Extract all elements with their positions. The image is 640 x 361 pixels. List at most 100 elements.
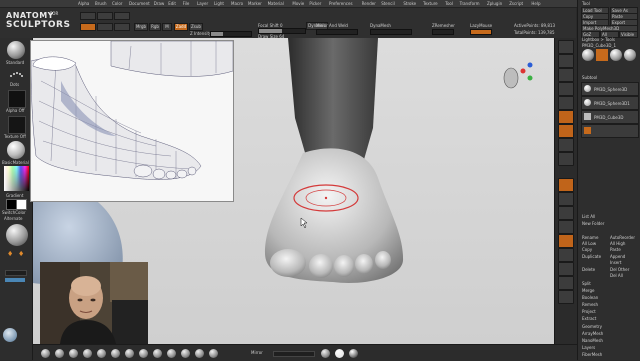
stroke-thumbnail[interactable] bbox=[8, 67, 24, 81]
brush-thumbnail[interactable] bbox=[7, 41, 25, 59]
dynamesh-toggle[interactable] bbox=[370, 29, 412, 35]
actual-button[interactable] bbox=[558, 96, 574, 110]
nanomesh-section[interactable]: NanoMesh bbox=[582, 338, 603, 343]
lazymouse-toggle[interactable] bbox=[470, 29, 492, 35]
xpose-button[interactable] bbox=[558, 290, 574, 304]
zremesher-button[interactable] bbox=[432, 29, 454, 35]
rotate-button[interactable] bbox=[558, 220, 574, 234]
lightbox-button[interactable] bbox=[97, 12, 113, 20]
persp-button[interactable] bbox=[558, 110, 574, 124]
layers-section[interactable]: Layers bbox=[582, 345, 595, 350]
reference-image[interactable] bbox=[30, 40, 234, 202]
edit-button[interactable] bbox=[114, 12, 130, 20]
pin-icon-2[interactable]: ♦ bbox=[18, 250, 24, 258]
mrgb-button[interactable]: Mrgb bbox=[134, 23, 148, 31]
project-section[interactable]: Project bbox=[582, 309, 596, 314]
texture-thumbnail[interactable] bbox=[8, 116, 26, 134]
draw-button[interactable] bbox=[80, 23, 96, 31]
menu-item[interactable]: Brush bbox=[95, 0, 107, 7]
projection-master-button[interactable] bbox=[80, 12, 96, 20]
z-intensity-slider[interactable] bbox=[210, 31, 252, 37]
brush-slot-10[interactable] bbox=[167, 349, 176, 358]
floor-button[interactable] bbox=[558, 124, 574, 138]
menu-item[interactable]: Preferences bbox=[329, 0, 353, 7]
menu-item[interactable]: Draw bbox=[154, 0, 164, 7]
all-low-button[interactable]: All Low bbox=[582, 241, 596, 246]
pin-icon[interactable]: ♦ bbox=[7, 250, 13, 258]
brush-slot-13[interactable] bbox=[209, 349, 218, 358]
menu-item[interactable]: Alpha bbox=[78, 0, 89, 7]
menu-item[interactable]: Layer bbox=[197, 0, 208, 7]
material-slot-2[interactable] bbox=[335, 349, 344, 358]
remesh-section[interactable]: Remesh bbox=[582, 302, 598, 307]
del-all-button[interactable]: Del All bbox=[610, 273, 623, 278]
brush-slot-2[interactable] bbox=[55, 349, 64, 358]
menu-item[interactable]: Tool bbox=[445, 0, 453, 7]
brush-slot-7[interactable] bbox=[125, 349, 134, 358]
solo-button[interactable] bbox=[558, 276, 574, 290]
scale-button[interactable] bbox=[114, 23, 130, 31]
boolean-section[interactable]: Boolean bbox=[582, 295, 598, 300]
menu-item[interactable]: Material bbox=[268, 0, 284, 7]
local-button[interactable] bbox=[558, 138, 574, 152]
menu-item[interactable]: Edit bbox=[168, 0, 176, 7]
lsym-button[interactable] bbox=[558, 152, 574, 166]
brush-slot-12[interactable] bbox=[195, 349, 204, 358]
mirror-label[interactable]: Mirror bbox=[251, 350, 263, 355]
split-section[interactable]: Split bbox=[582, 281, 591, 286]
menu-item[interactable]: Transform bbox=[460, 0, 480, 7]
geometry-section[interactable]: Geometry bbox=[582, 324, 602, 329]
zsub-button[interactable]: Zsub bbox=[189, 23, 203, 31]
subtool-item-active[interactable] bbox=[581, 124, 639, 138]
ghost-button[interactable] bbox=[558, 262, 574, 276]
tool-thumb-4[interactable] bbox=[624, 49, 636, 61]
subtool-item-1[interactable]: PM3D_Sphere3D bbox=[581, 82, 639, 96]
visible-button[interactable]: Visible bbox=[619, 31, 638, 38]
brush-slot-9[interactable] bbox=[153, 349, 162, 358]
secondary-color-swatch[interactable] bbox=[16, 199, 27, 210]
material-thumbnail[interactable] bbox=[7, 141, 25, 159]
menu-item[interactable]: Zplugin bbox=[487, 0, 502, 7]
menu-item[interactable]: Zscript bbox=[509, 0, 523, 7]
all-high-button[interactable]: All High bbox=[610, 241, 625, 246]
tool-thumb-1[interactable] bbox=[582, 49, 594, 61]
bpr-button[interactable] bbox=[558, 40, 574, 54]
brush-slot-6[interactable] bbox=[111, 349, 120, 358]
menu-item[interactable]: Document bbox=[129, 0, 150, 7]
move-view-button[interactable] bbox=[558, 192, 574, 206]
frame-button[interactable] bbox=[558, 178, 574, 192]
menu-item[interactable]: File bbox=[183, 0, 190, 7]
menu-item[interactable]: Movie bbox=[292, 0, 304, 7]
menu-item[interactable]: Stroke bbox=[403, 0, 416, 7]
lightbox-tools-label[interactable]: Lightbox > Tools bbox=[582, 37, 615, 42]
material-slot-1[interactable] bbox=[321, 349, 330, 358]
spix-button[interactable] bbox=[558, 54, 574, 68]
menu-item[interactable]: Color bbox=[112, 0, 122, 7]
del-other-button[interactable]: Del Other bbox=[610, 267, 629, 272]
scroll-button[interactable] bbox=[558, 68, 574, 82]
move-button[interactable] bbox=[97, 23, 113, 31]
menu-item[interactable]: Picker bbox=[309, 0, 321, 7]
duplicate-button[interactable]: Duplicate bbox=[582, 254, 601, 259]
mirror-weld-toggle[interactable] bbox=[316, 29, 358, 35]
brush-slot-4[interactable] bbox=[83, 349, 92, 358]
tool-thumb-3[interactable] bbox=[610, 49, 622, 61]
rename-button[interactable]: Rename bbox=[582, 235, 598, 240]
subtool-item-2[interactable]: PM3D_Sphere3D1 bbox=[581, 96, 639, 110]
subtool-item-3[interactable]: PM3D_Cube3D bbox=[581, 110, 639, 124]
arraymesh-section[interactable]: ArrayMesh bbox=[582, 331, 603, 336]
copy-subtool-button[interactable]: Copy bbox=[582, 247, 592, 252]
menu-item[interactable]: Texture bbox=[423, 0, 438, 7]
tool-thumb-2[interactable] bbox=[596, 49, 608, 61]
menu-item[interactable]: Light bbox=[214, 0, 224, 7]
menu-item[interactable]: Marker bbox=[248, 0, 262, 7]
polyf-button[interactable] bbox=[558, 234, 574, 248]
menu-item[interactable]: Macro bbox=[231, 0, 243, 7]
delete-button[interactable]: Delete bbox=[582, 267, 595, 272]
insert-button[interactable]: Insert bbox=[610, 260, 621, 265]
menu-item[interactable]: Help bbox=[531, 0, 540, 7]
menu-item[interactable]: Stencil bbox=[381, 0, 395, 7]
menu-item[interactable]: Render bbox=[362, 0, 376, 7]
zoom3d-button[interactable] bbox=[558, 206, 574, 220]
alpha-thumbnail[interactable] bbox=[8, 90, 26, 108]
